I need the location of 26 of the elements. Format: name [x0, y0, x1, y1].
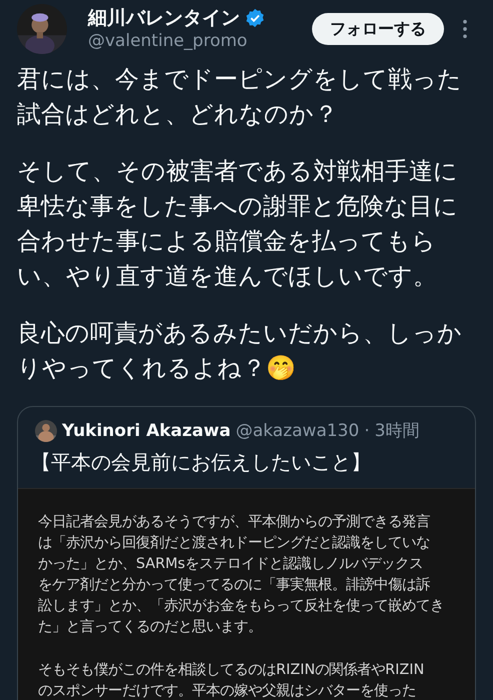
tweet-text-line: 君には、今までドーピングをして戦った [17, 64, 463, 95]
document-text-line: 訟します」とか、「赤沢がお金をもらって反社を使って嵌めてき [38, 597, 445, 616]
tweet-text-line: い、やり直す道を進んでほしいです。 [17, 261, 438, 292]
more-icon[interactable] [462, 19, 468, 39]
quote-author-name: Yukinori Akazawa [62, 420, 231, 440]
document-text-line: た」と言ってくるのだと思います。 [38, 618, 263, 637]
author-name[interactable]: 細川バレンタイン [88, 6, 240, 30]
quote-card[interactable] [17, 406, 476, 700]
quote-time: 3時間 [374, 420, 420, 442]
tweet-text-line: 卑怯な事をした事への謝罪と危険な目に [17, 191, 459, 222]
tweet-text-line: 良心の呵責があるみたいだから、しっか [17, 318, 463, 349]
document-text-line: のスポンサーだけです。平本の嫁や父親はシバターを使った [38, 682, 417, 700]
author-handle[interactable]: @valentine_promo [88, 30, 312, 52]
document-text-line: 今日記者会見があるそうですが、平本側からの予測できる発言 [38, 512, 431, 532]
tweet-text-line: りやってくれるよね？🤭 [17, 353, 297, 384]
document-text-line: そもそも僕がこの件を相談してるのはRIZINの関係者やRIZIN [38, 661, 426, 680]
quote-title: 【平本の会見前にお伝えしたいこと】 [30, 449, 372, 476]
follow-button[interactable]: フォローする [312, 13, 444, 45]
document-text-line: をケア剤だと分かって使ってるのに「事実無根。誹謗中傷は訴 [38, 576, 431, 595]
quote-author-handle: @akazawa130 [236, 420, 360, 440]
separator-dot: · [364, 420, 370, 440]
tweet-text-line: そして、その被害者である対戦相手達に [17, 156, 459, 187]
tweet-text-line: 合わせた事による賠償金を払ってもら [17, 226, 437, 257]
document-text-line: は「赤沢から回復剤だと渡されドーピングだと認識をしていな [38, 534, 431, 553]
tweet-text-line: 試合はどれと、どれなのか？ [17, 99, 339, 130]
document-text-line: かった」とか、SARMsをステロイドと認識しノルバデックス [38, 555, 424, 574]
